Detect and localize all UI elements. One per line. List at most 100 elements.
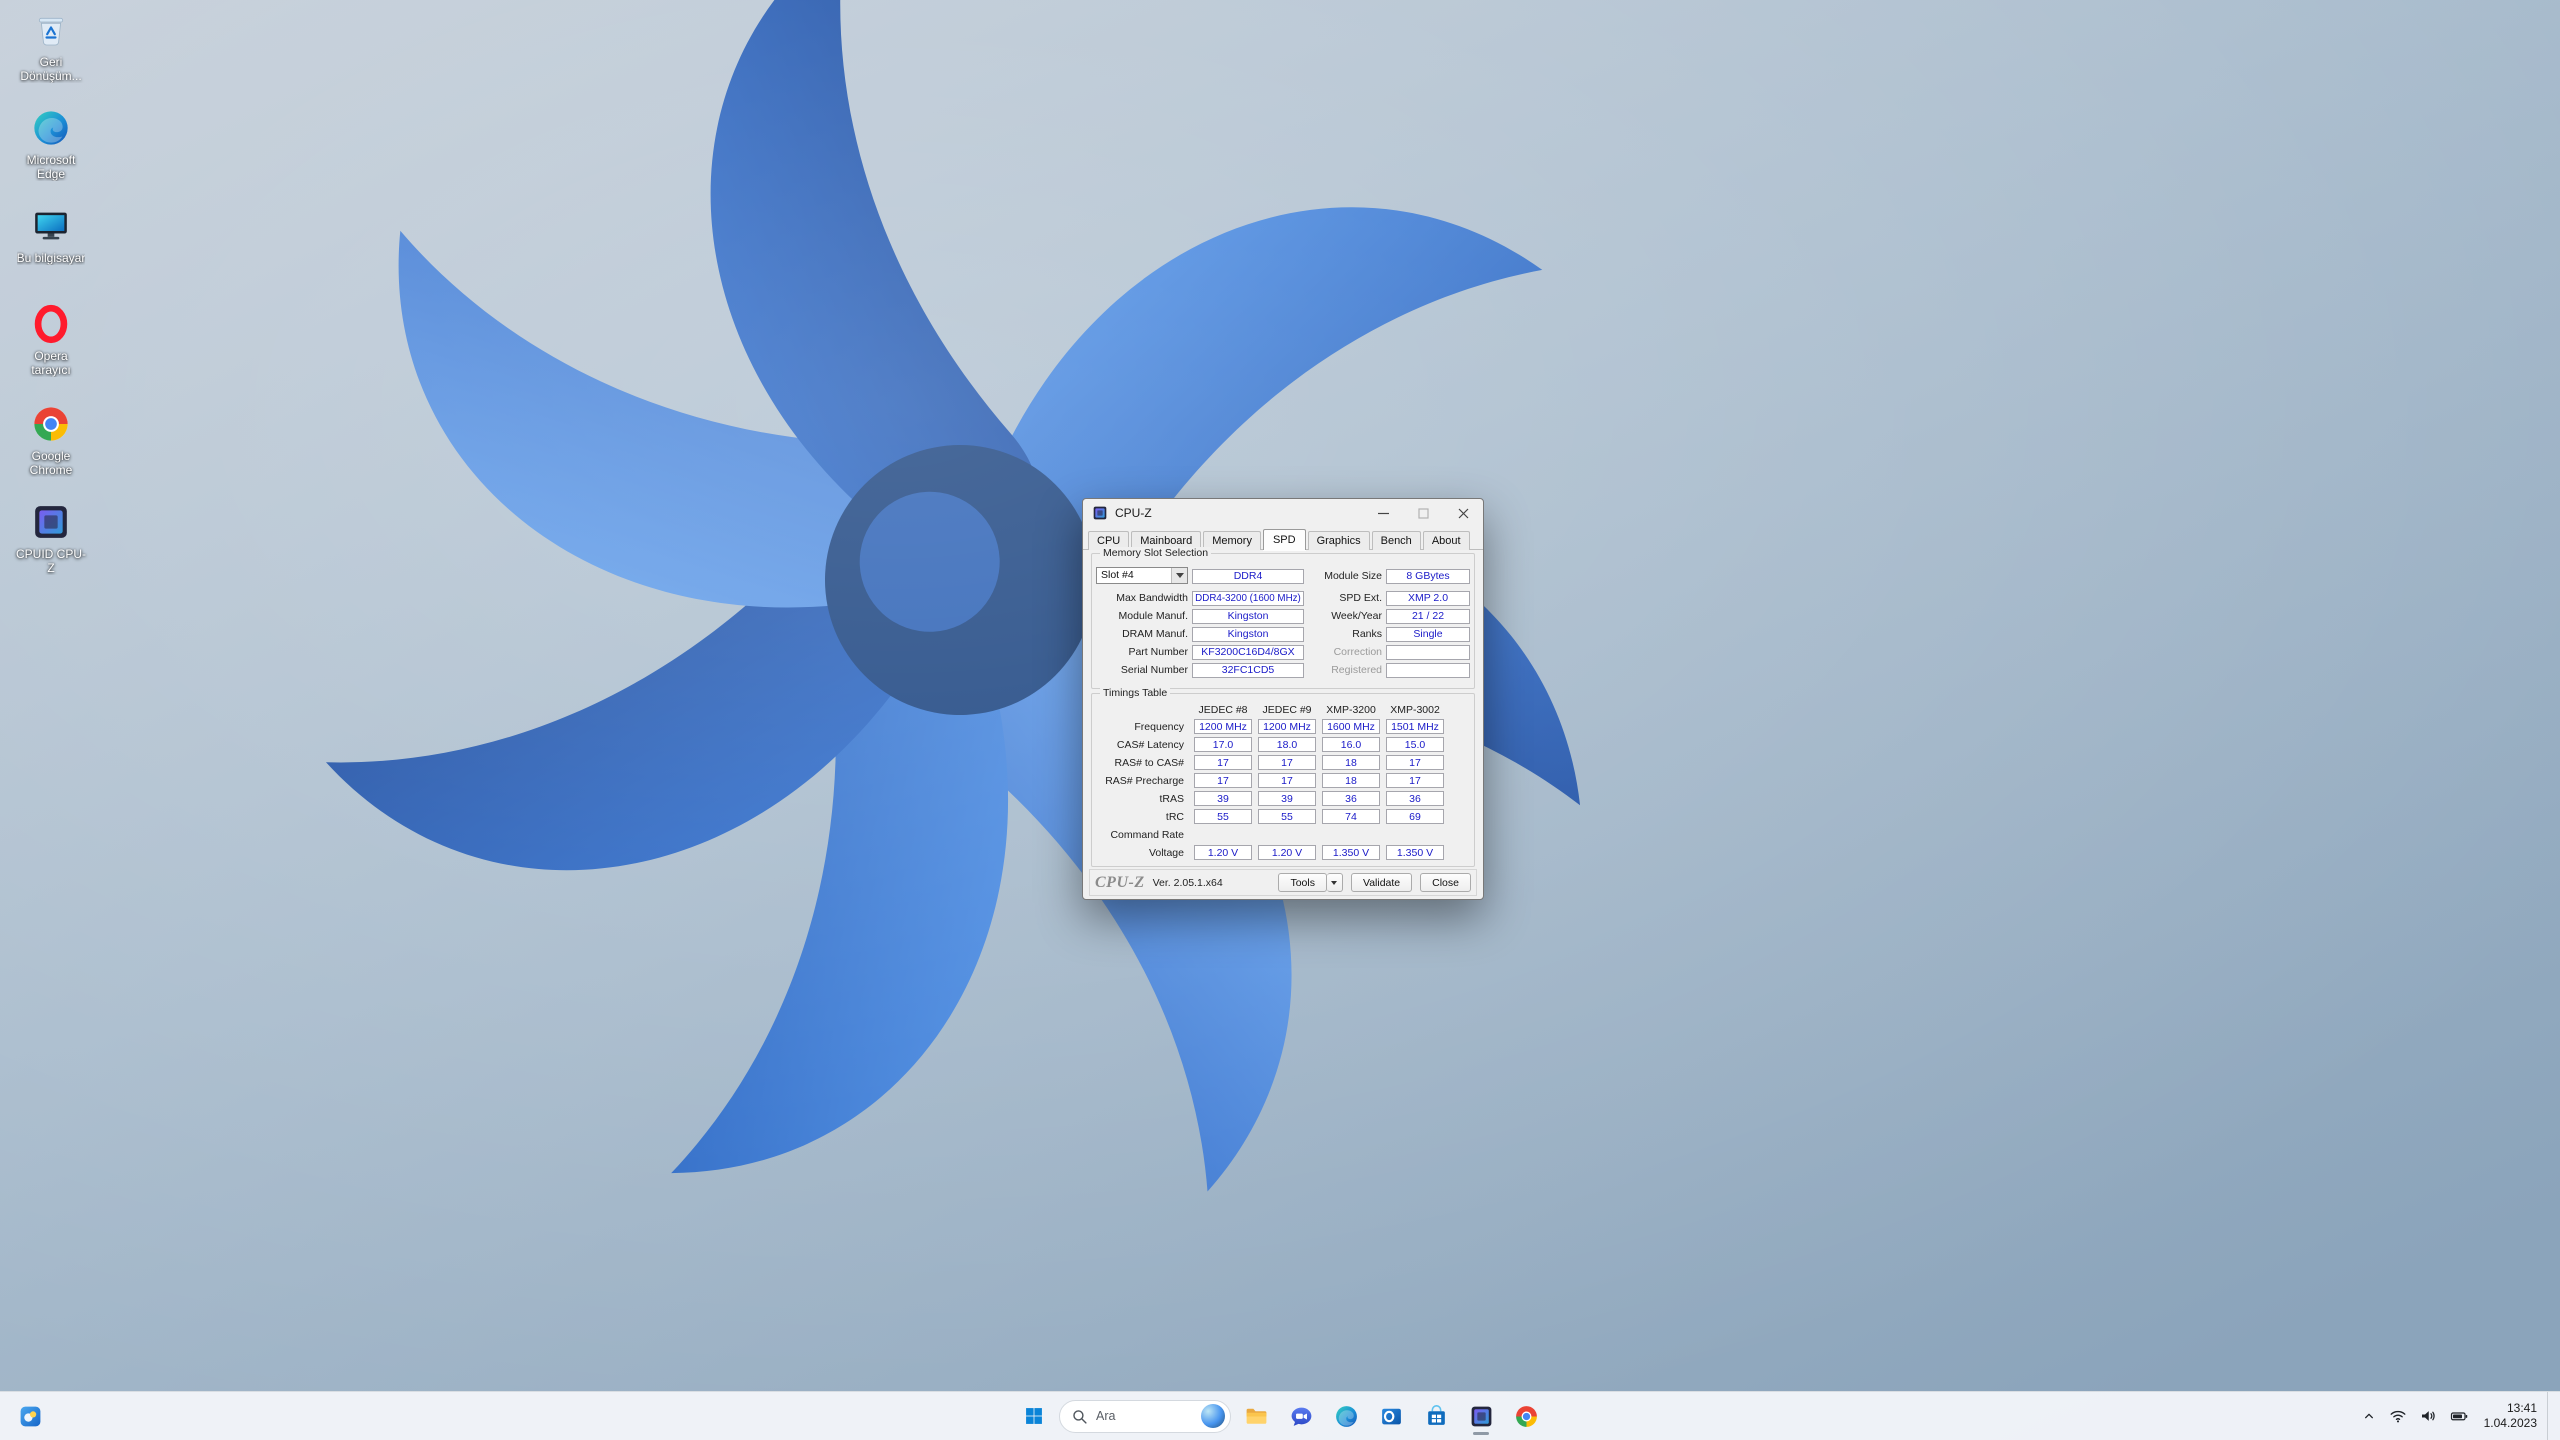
- recycle-bin-icon: [31, 10, 71, 50]
- timing-cell: 18: [1322, 773, 1380, 788]
- minimize-icon: [1378, 508, 1389, 519]
- tools-button[interactable]: Tools: [1278, 873, 1327, 892]
- tab-bench[interactable]: Bench: [1372, 531, 1421, 550]
- chrome-button[interactable]: [1506, 1396, 1546, 1436]
- timing-cell: 36: [1322, 791, 1380, 806]
- taskbar-search[interactable]: Ara: [1059, 1400, 1231, 1433]
- volume-icon: [2419, 1407, 2437, 1425]
- screen: Geri Dönüşüm... Microsoft Edge Bu bilgis…: [0, 0, 2560, 1440]
- store-icon: [1424, 1404, 1449, 1429]
- opera-icon: [31, 304, 71, 344]
- tab-memory[interactable]: Memory: [1203, 531, 1261, 550]
- outlook-button[interactable]: [1371, 1396, 1411, 1436]
- cpuz-taskbar-button[interactable]: [1461, 1396, 1501, 1436]
- timing-cell-empty: [1322, 827, 1380, 842]
- outlook-icon: [1379, 1404, 1404, 1429]
- desktop-icon-this-pc[interactable]: Bu bilgisayar: [12, 206, 90, 265]
- desktop-icon-edge[interactable]: Microsoft Edge: [12, 108, 90, 181]
- close-icon: [1458, 508, 1469, 519]
- maximize-icon: [1418, 508, 1429, 519]
- timing-cell: 17: [1258, 773, 1316, 788]
- timing-cell: 15.0: [1386, 737, 1444, 752]
- timings-column-header: XMP-3200: [1322, 704, 1380, 716]
- timing-row-label: tRC: [1096, 811, 1188, 823]
- battery-tray-button[interactable]: [2444, 1396, 2474, 1436]
- maximize-button[interactable]: [1403, 499, 1443, 527]
- field-label: Part Number: [1096, 646, 1192, 658]
- group-title: Memory Slot Selection: [1100, 547, 1211, 559]
- desktop-icon-cpuz[interactable]: CPUID CPU-Z: [12, 502, 90, 575]
- edge-icon: [31, 108, 71, 148]
- taskbar-clock[interactable]: 13:41 1.04.2023: [2476, 1401, 2545, 1431]
- minimize-button[interactable]: [1363, 499, 1403, 527]
- desktop-icon-recycle-bin[interactable]: Geri Dönüşüm...: [12, 10, 90, 83]
- chat-button[interactable]: [1281, 1396, 1321, 1436]
- timing-cell: 39: [1258, 791, 1316, 806]
- window-footer: CPU-Z Ver. 2.05.1.x64 Tools Validate Clo…: [1089, 869, 1477, 896]
- timings-table-group: Timings Table JEDEC #8 JEDEC #9 XMP-3200…: [1091, 693, 1475, 867]
- desktop-icon-chrome[interactable]: Google Chrome: [12, 404, 90, 477]
- volume-tray-button[interactable]: [2414, 1396, 2442, 1436]
- dropdown-arrow-icon: [1171, 568, 1187, 583]
- file-explorer-button[interactable]: [1236, 1396, 1276, 1436]
- this-pc-icon: [31, 206, 71, 246]
- part-number-field: KF3200C16D4/8GX: [1192, 645, 1304, 660]
- search-placeholder: Ara: [1096, 1409, 1115, 1423]
- timings-table: JEDEC #8 JEDEC #9 XMP-3200 XMP-3002 Freq…: [1096, 704, 1444, 860]
- tools-dropdown-arrow[interactable]: [1327, 873, 1343, 892]
- timing-cell: 1200 MHz: [1258, 719, 1316, 734]
- desktop-icon-opera[interactable]: Opera tarayıcı: [12, 304, 90, 377]
- window-titlebar[interactable]: CPU-Z: [1083, 499, 1483, 527]
- timing-cell: 36: [1386, 791, 1444, 806]
- desktop-icon-label: Google Chrome: [13, 449, 89, 477]
- desktop-icon-label: Microsoft Edge: [13, 153, 89, 181]
- tab-spd[interactable]: SPD: [1263, 529, 1306, 550]
- field-label: Ranks: [1310, 628, 1386, 640]
- tab-about[interactable]: About: [1423, 531, 1470, 550]
- network-tray-button[interactable]: [2384, 1396, 2412, 1436]
- battery-icon: [2449, 1407, 2469, 1425]
- field-label: Week/Year: [1310, 610, 1386, 622]
- close-button[interactable]: [1443, 499, 1483, 527]
- memory-slot-selection-group: Memory Slot Selection Slot #4 DDR4 Max B…: [1091, 553, 1475, 689]
- chrome-icon: [31, 404, 71, 444]
- chat-icon: [1289, 1404, 1314, 1429]
- edge-button[interactable]: [1326, 1396, 1366, 1436]
- show-desktop-button[interactable]: [2547, 1392, 2554, 1440]
- desktop-icon-label: Opera tarayıcı: [13, 349, 89, 377]
- timing-cell: 17: [1258, 755, 1316, 770]
- timing-cell-empty: [1258, 827, 1316, 842]
- widgets-button[interactable]: [10, 1396, 50, 1436]
- search-icon: [1071, 1408, 1088, 1425]
- field-label: Module Size: [1310, 570, 1386, 582]
- tab-graphics[interactable]: Graphics: [1308, 531, 1370, 550]
- timing-cell-empty: [1194, 827, 1252, 842]
- validate-button[interactable]: Validate: [1351, 873, 1412, 892]
- timing-row-label: Voltage: [1096, 847, 1188, 859]
- timing-cell: 17.0: [1194, 737, 1252, 752]
- timing-cell: 1200 MHz: [1194, 719, 1252, 734]
- timing-cell: 1501 MHz: [1386, 719, 1444, 734]
- slot-select-dropdown[interactable]: Slot #4: [1096, 567, 1188, 584]
- store-button[interactable]: [1416, 1396, 1456, 1436]
- version-text: Ver. 2.05.1.x64: [1153, 877, 1223, 889]
- close-dialog-button[interactable]: Close: [1420, 873, 1471, 892]
- cpuz-icon: [1469, 1404, 1494, 1429]
- timing-cell: 17: [1386, 755, 1444, 770]
- timing-cell: 18: [1322, 755, 1380, 770]
- slot-select-value: Slot #4: [1097, 569, 1171, 581]
- spd-ext-field: XMP 2.0: [1386, 591, 1470, 606]
- start-button[interactable]: [1014, 1396, 1054, 1436]
- timing-cell: 17: [1194, 773, 1252, 788]
- timing-cell: 1600 MHz: [1322, 719, 1380, 734]
- timing-cell: 39: [1194, 791, 1252, 806]
- clock-time: 13:41: [2484, 1401, 2537, 1416]
- timing-cell: 1.350 V: [1386, 845, 1444, 860]
- tray-overflow-button[interactable]: [2356, 1396, 2382, 1436]
- module-manuf-field: Kingston: [1192, 609, 1304, 624]
- registered-field: [1386, 663, 1470, 678]
- serial-number-field: 32FC1CD5: [1192, 663, 1304, 678]
- chevron-up-icon: [2361, 1408, 2377, 1424]
- timings-column-header: JEDEC #9: [1258, 704, 1316, 716]
- timing-row-label: RAS# to CAS#: [1096, 757, 1188, 769]
